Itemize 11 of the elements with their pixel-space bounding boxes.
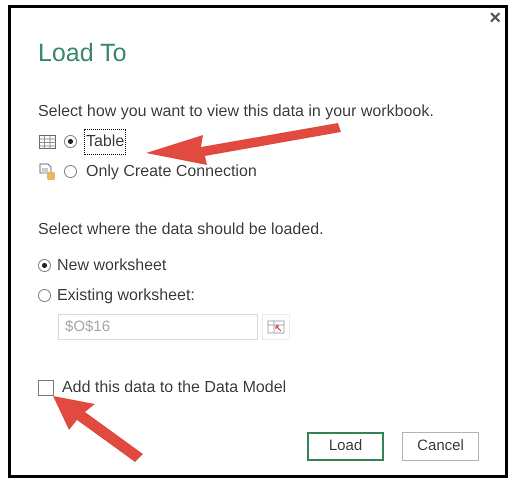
dialog-button[interactable]: Cancel	[402, 432, 479, 460]
close-icon[interactable]: ×	[489, 8, 501, 28]
option-label: Only Create Connection	[85, 162, 258, 182]
option-label: Table	[85, 130, 126, 154]
prompt-text: Select how you want to view this data in your workbook.	[38, 102, 435, 122]
prompt-text: Select where the data should be loaded.	[38, 220, 325, 240]
dialog-button[interactable]: Load	[307, 432, 384, 460]
dialog-title: Load To	[38, 38, 128, 69]
option-label: Existing worksheet:	[57, 286, 195, 306]
option-label: New worksheet	[57, 256, 166, 276]
checkbox-label: Add this data to the Data Model	[62, 378, 286, 398]
